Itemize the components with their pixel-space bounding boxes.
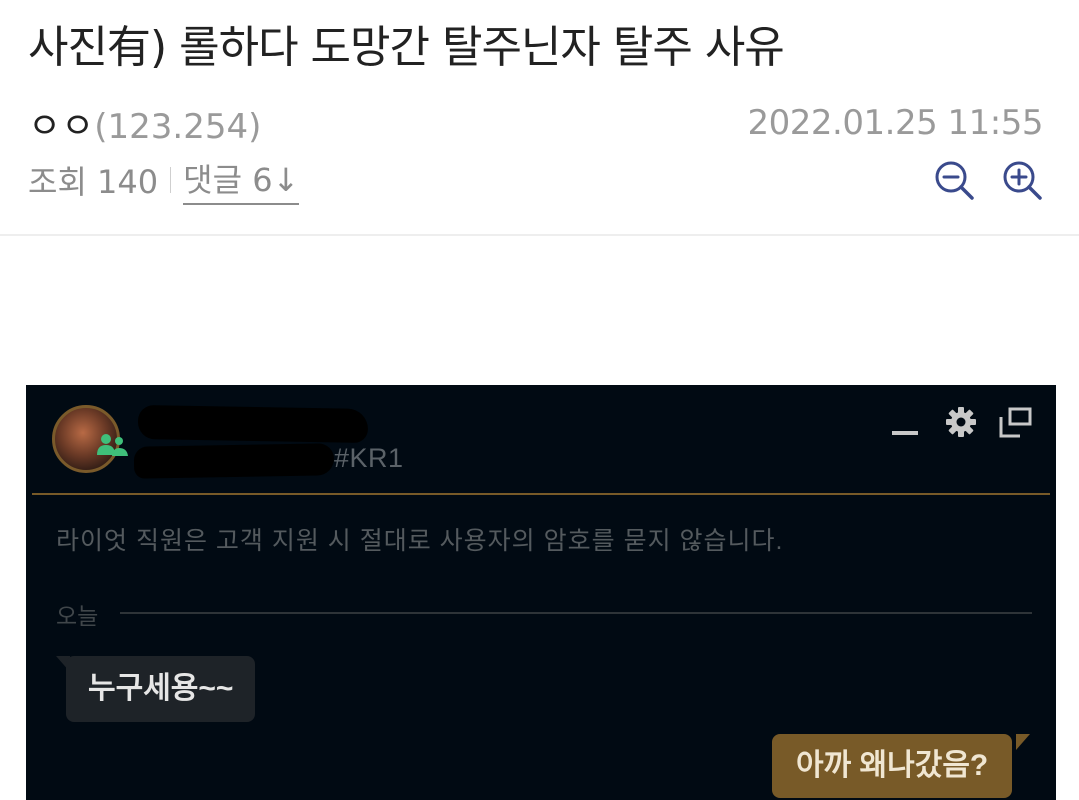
zoom-controls xyxy=(933,159,1043,201)
zoom-out-icon[interactable] xyxy=(933,159,975,201)
post-page: 사진有) 롤하다 도망간 탈주닌자 탈주 사유 ㅇㅇ(123.254) 2022… xyxy=(0,0,1079,800)
chat-header: #KR1 xyxy=(26,385,1056,495)
post-stats: 조회 140 댓글 6↓ xyxy=(28,155,300,205)
riot-tag: #KR1 xyxy=(334,443,404,473)
zoom-in-icon[interactable] xyxy=(1001,159,1043,201)
popout-icon[interactable] xyxy=(998,407,1032,439)
post-date: 2022.01.25 11:55 xyxy=(747,103,1044,143)
day-separator-label: 오늘 xyxy=(56,603,99,629)
header-gold-divider xyxy=(32,493,1050,495)
incoming-message: 누구세용~~ xyxy=(66,656,256,722)
minimize-icon[interactable] xyxy=(892,413,918,439)
stats-row: 조회 140 댓글 6↓ xyxy=(28,155,1043,205)
author-row: ㅇㅇ(123.254) 2022.01.25 11:55 xyxy=(28,97,1044,149)
author-name[interactable]: ㅇㅇ xyxy=(28,106,94,147)
gear-icon[interactable] xyxy=(946,407,976,437)
outgoing-message: 아까 왜나갔음? xyxy=(772,734,1013,798)
security-notice: 라이엇 직원은 고객 지원 시 절대로 사용자의 암호를 묻지 않습니다. xyxy=(56,527,784,555)
author-ip: (123.254) xyxy=(94,107,262,147)
author-info: ㅇㅇ(123.254) xyxy=(28,97,261,149)
post-title: 사진有) 롤하다 도망간 탈주닌자 탈주 사유 xyxy=(28,22,785,73)
stats-divider xyxy=(170,167,172,193)
day-separator-line xyxy=(120,612,1032,614)
header-divider xyxy=(0,234,1079,236)
redacted-name xyxy=(133,443,335,479)
online-status-icon xyxy=(97,434,128,456)
redacted-name xyxy=(137,404,369,444)
outgoing-bubble-tail xyxy=(1016,734,1030,750)
comments-link[interactable]: 댓글 6↓ xyxy=(183,155,300,205)
chat-screenshot: #KR1 라이엇 직원은 고객 지원 시 절대로 사용자의 암호를 묻지 않습니… xyxy=(26,385,1056,800)
views-count: 조회 140 xyxy=(28,163,159,201)
